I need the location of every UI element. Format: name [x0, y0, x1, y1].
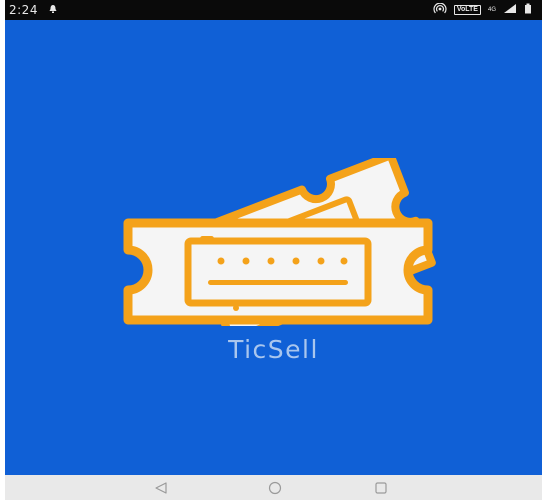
battery-icon: [524, 3, 532, 17]
home-icon: [268, 481, 282, 494]
recents-button[interactable]: [361, 475, 401, 500]
status-bar: 2:24 VoLTE 4G: [5, 0, 542, 20]
notification-icon: [48, 3, 58, 17]
status-left: 2:24: [5, 3, 58, 17]
recents-icon: [375, 481, 387, 494]
app-name: TicSell: [228, 335, 319, 364]
front-ticket-inner: [184, 237, 372, 307]
splash-screen: TicSell: [5, 20, 542, 475]
back-button[interactable]: [141, 475, 181, 500]
hotspot-icon: [433, 2, 447, 17]
navigation-bar: [5, 475, 542, 500]
back-icon: [155, 481, 167, 494]
network-type: 4G: [487, 7, 496, 13]
volte-icon: VoLTE: [453, 5, 481, 15]
phone-screen: 2:24 VoLTE 4G TicSell: [5, 0, 542, 500]
home-button[interactable]: [255, 475, 295, 500]
status-right: VoLTE 4G: [433, 2, 542, 17]
ticket-icon: [123, 158, 436, 326]
status-time: 2:24: [9, 3, 38, 17]
signal-icon: [503, 3, 517, 17]
